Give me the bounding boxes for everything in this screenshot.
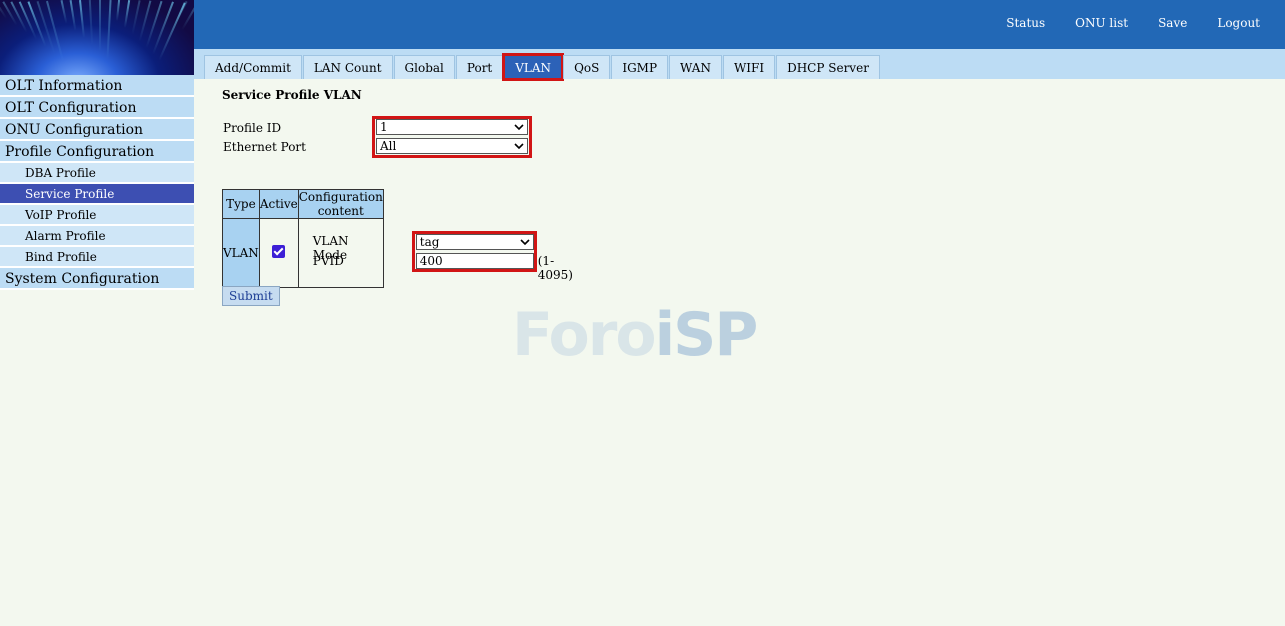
banner-light-ray xyxy=(106,0,112,60)
logout-link[interactable]: Logout xyxy=(1217,16,1260,30)
main-content: Service Profile VLAN Profile ID 1 Ethern… xyxy=(222,88,573,306)
sidebar-item-dba-profile[interactable]: DBA Profile xyxy=(0,163,194,184)
pvid-range-hint: (1-4095) xyxy=(537,254,573,282)
vlan-config-table: Type Active Configuration content VLAN V… xyxy=(222,189,573,288)
tab-dhcp-server[interactable]: DHCP Server xyxy=(776,55,880,79)
banner-light-ray xyxy=(99,0,101,52)
pvid-label: PVID xyxy=(312,254,344,268)
tab-lan-count[interactable]: LAN Count xyxy=(302,55,393,79)
header-configuration-content: Configuration content xyxy=(297,189,384,219)
sidebar-item-service-profile[interactable]: Service Profile xyxy=(0,184,194,205)
active-cell xyxy=(258,218,299,288)
header-active: Active xyxy=(258,189,299,219)
submit-button[interactable]: Submit xyxy=(222,286,280,306)
header-bar: Status ONU list Save Logout xyxy=(194,0,1285,49)
highlight-box-vlan xyxy=(411,231,537,272)
row-type-label: VLAN xyxy=(223,246,259,260)
banner-light-ray xyxy=(115,0,121,22)
profile-id-label: Profile ID xyxy=(223,121,282,135)
sidebar-item-olt-information[interactable]: OLT Information xyxy=(0,75,194,97)
banner-light-ray xyxy=(79,0,85,39)
tab-igmp[interactable]: IGMP xyxy=(611,55,669,79)
globe-banner-logo xyxy=(0,0,194,75)
active-checkbox[interactable] xyxy=(272,245,286,258)
sidebar-item-system-configuration[interactable]: System Configuration xyxy=(0,268,194,290)
tab-add-commit[interactable]: Add/Commit xyxy=(204,55,302,79)
tab-wifi[interactable]: WIFI xyxy=(722,55,776,79)
tab-vlan[interactable]: VLAN xyxy=(502,53,565,81)
tab-wan[interactable]: WAN xyxy=(669,55,722,79)
tab-port[interactable]: Port xyxy=(455,55,504,79)
ethernet-port-label: Ethernet Port xyxy=(223,140,306,154)
sidebar-item-profile-configuration[interactable]: Profile Configuration xyxy=(0,141,194,163)
status-link[interactable]: Status xyxy=(1006,16,1045,30)
tab-qos[interactable]: QoS xyxy=(563,55,611,79)
save-link[interactable]: Save xyxy=(1158,16,1187,30)
sidebar-nav: OLT Information OLT Configuration ONU Co… xyxy=(0,75,194,290)
sidebar-item-onu-configuration[interactable]: ONU Configuration xyxy=(0,119,194,141)
tab-strip: Add/Commit LAN Count Global Port VLAN Qo… xyxy=(194,49,1285,81)
banner-light-ray xyxy=(131,0,141,35)
sidebar-item-bind-profile[interactable]: Bind Profile xyxy=(0,247,194,268)
sidebar-item-voip-profile[interactable]: VoIP Profile xyxy=(0,205,194,226)
tab-global[interactable]: Global xyxy=(393,55,455,79)
page-title: Service Profile VLAN xyxy=(222,88,362,102)
row-type-cell: VLAN xyxy=(222,218,260,288)
foroisp-watermark: ForoiSP xyxy=(512,300,758,370)
banner-light-ray xyxy=(60,0,68,24)
highlight-box-profile xyxy=(372,116,532,158)
header-type: Type xyxy=(222,189,260,219)
sidebar-item-olt-configuration[interactable]: OLT Configuration xyxy=(0,97,194,119)
banner-light-ray xyxy=(88,0,94,46)
config-content-cell: VLAN Mode tag PVID 400 (1-4095) xyxy=(297,218,573,288)
onu-list-link[interactable]: ONU list xyxy=(1075,16,1128,30)
banner-light-ray xyxy=(69,0,77,31)
sidebar-item-alarm-profile[interactable]: Alarm Profile xyxy=(0,226,194,247)
banner-light-ray xyxy=(123,0,131,28)
